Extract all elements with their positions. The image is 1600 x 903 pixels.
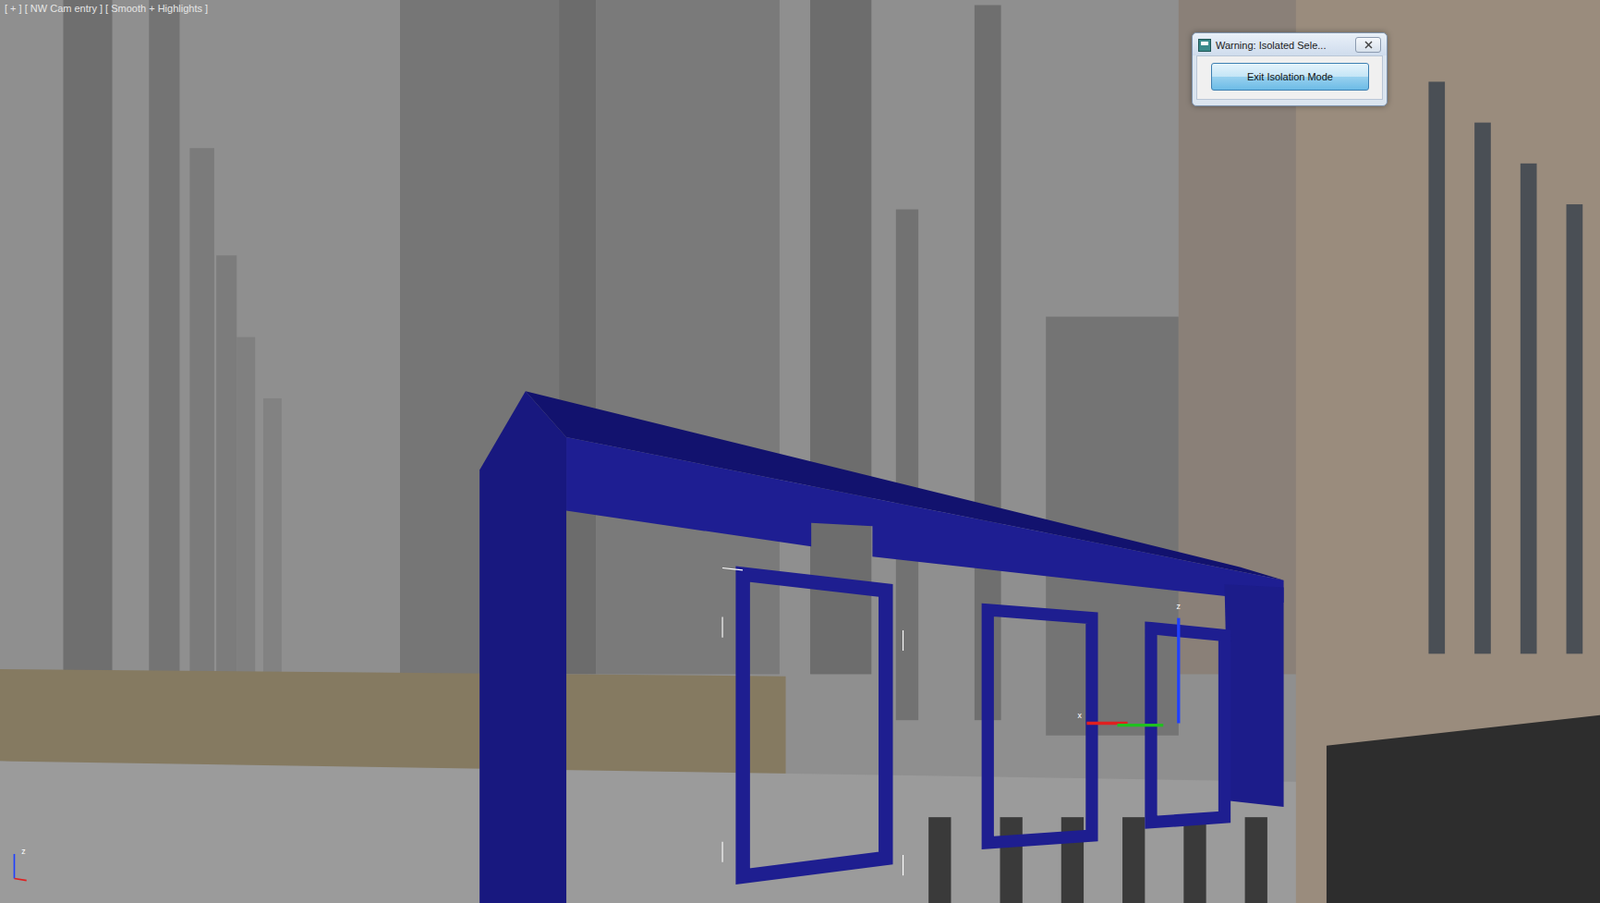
- facade: [1296, 0, 1600, 903]
- facade-column: [1566, 204, 1584, 654]
- left-pillar: [479, 390, 567, 903]
- facade-column: [1520, 163, 1538, 654]
- sky: [0, 0, 1600, 903]
- world-z-axis-icon: [13, 853, 16, 879]
- pile: [1061, 816, 1084, 903]
- y-axis-icon[interactable]: [1117, 723, 1164, 727]
- dialog-titlebar[interactable]: Warning: Isolated Sele...: [1192, 33, 1387, 56]
- viewport[interactable]: x z z [ + ] [ NW Cam entry ] [ Smooth + Hig…: [0, 0, 1600, 903]
- selection-bracket: [722, 567, 904, 880]
- building: [263, 398, 282, 674]
- pile: [1245, 816, 1268, 903]
- beam-front: [566, 436, 1285, 603]
- gizmo-z-label: z: [1176, 601, 1181, 611]
- window-frame[interactable]: [987, 609, 1092, 843]
- z-axis-icon[interactable]: [1176, 618, 1180, 724]
- warning-dialog[interactable]: Warning: Isolated Sele... Exit Isolation …: [1191, 32, 1388, 107]
- world-z-label: z: [21, 846, 25, 856]
- right-pillar: [1224, 583, 1285, 807]
- pile: [928, 816, 951, 903]
- exit-isolation-button[interactable]: Exit Isolation Mode: [1211, 62, 1370, 91]
- app-icon: [1198, 38, 1212, 52]
- building: [148, 0, 180, 674]
- scene-render[interactable]: x z z: [0, 0, 1600, 903]
- window-frame[interactable]: [742, 573, 886, 876]
- building: [189, 147, 215, 679]
- building: [236, 337, 255, 675]
- facade-column: [1474, 122, 1491, 655]
- building: [810, 0, 872, 674]
- pile: [1183, 816, 1206, 903]
- gizmo-x-label: x: [1077, 710, 1082, 720]
- pile: [1000, 816, 1023, 903]
- close-icon: [1364, 40, 1373, 49]
- pile: [1122, 816, 1145, 903]
- building: [896, 209, 919, 721]
- building: [216, 254, 237, 674]
- close-button[interactable]: [1355, 36, 1382, 53]
- world-x-axis-icon: [13, 877, 26, 880]
- dialog-title: Warning: Isolated Sele...: [1215, 39, 1351, 51]
- facade-base: [1326, 715, 1600, 903]
- dialog-body: Exit Isolation Mode: [1196, 55, 1383, 100]
- building: [62, 0, 112, 674]
- facade-column: [1428, 81, 1445, 654]
- viewport-label[interactable]: [ + ] [ NW Cam entry ] [ Smooth + Highli…: [4, 2, 208, 14]
